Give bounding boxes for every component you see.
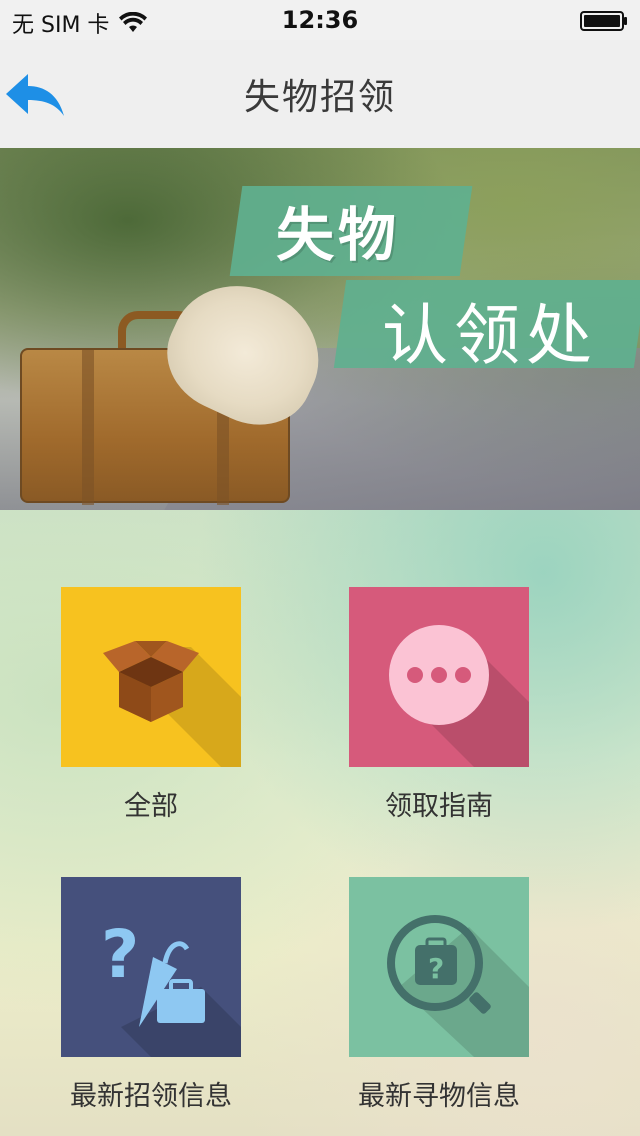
banner-title-line1: 失物: [276, 201, 401, 269]
battery-icon: [580, 11, 627, 31]
status-bar: 无 SIM 卡 12:36: [0, 0, 640, 40]
suitcase-strap: [82, 350, 94, 505]
menu-item-label: 最新招领信息: [70, 1081, 232, 1112]
menu-grid: 全部 领取指南 ? 最新招领信息 ? 最新寻物信息: [0, 510, 640, 1136]
menu-item-label: 领取指南: [385, 791, 493, 822]
search-luggage-icon: ?: [387, 915, 529, 1057]
menu-item-guide[interactable]: [349, 587, 529, 767]
banner-title-line2: 认领处: [382, 297, 598, 374]
nav-bar: 失物招领: [0, 40, 640, 148]
menu-item-all[interactable]: [61, 587, 241, 767]
status-time: 12:36: [281, 6, 359, 34]
svg-text:?: ?: [101, 916, 139, 993]
svg-text:?: ?: [428, 952, 444, 985]
page-title: 失物招领: [243, 77, 396, 118]
open-box-icon: [103, 641, 241, 767]
menu-item-latest-found[interactable]: ?: [61, 877, 241, 1057]
banner-image: 失物 认领处: [0, 148, 640, 510]
question-umbrella-bag-icon: ?: [101, 916, 241, 1057]
menu-item-label: 全部: [124, 791, 178, 822]
menu-item-label: 最新寻物信息: [358, 1081, 520, 1112]
menu-item-latest-lost[interactable]: ?: [349, 877, 529, 1057]
chat-dots-icon: [389, 625, 529, 767]
